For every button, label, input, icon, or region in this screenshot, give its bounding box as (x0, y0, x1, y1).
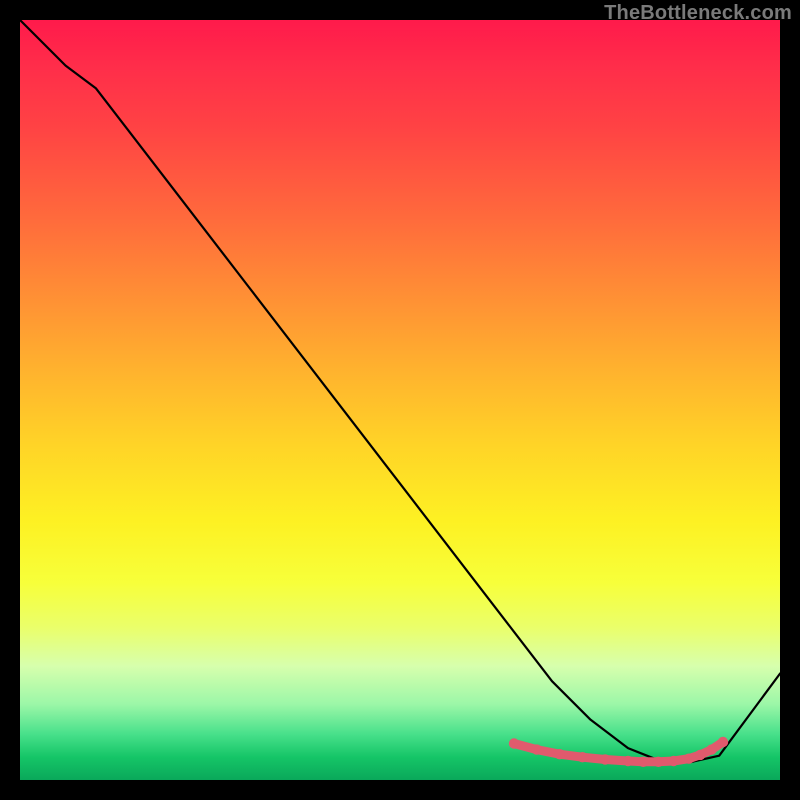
main-curve (20, 20, 780, 763)
chart-stage: TheBottleneck.com (0, 0, 800, 800)
floor-dot (718, 737, 728, 747)
plot-area (20, 20, 780, 780)
floor-dot (653, 757, 663, 767)
floor-dot (577, 752, 587, 762)
floor-dot (623, 756, 633, 766)
curve-group (20, 20, 780, 763)
floor-dot (706, 744, 716, 754)
floor-dot (532, 744, 542, 754)
plot-svg (20, 20, 780, 780)
floor-dot (668, 756, 678, 766)
floor-dot (695, 750, 705, 760)
floor-dot (684, 754, 694, 764)
floor-dot (600, 754, 610, 764)
floor-dot (554, 749, 564, 759)
floor-dot (509, 738, 519, 748)
floor-dot (638, 757, 648, 767)
